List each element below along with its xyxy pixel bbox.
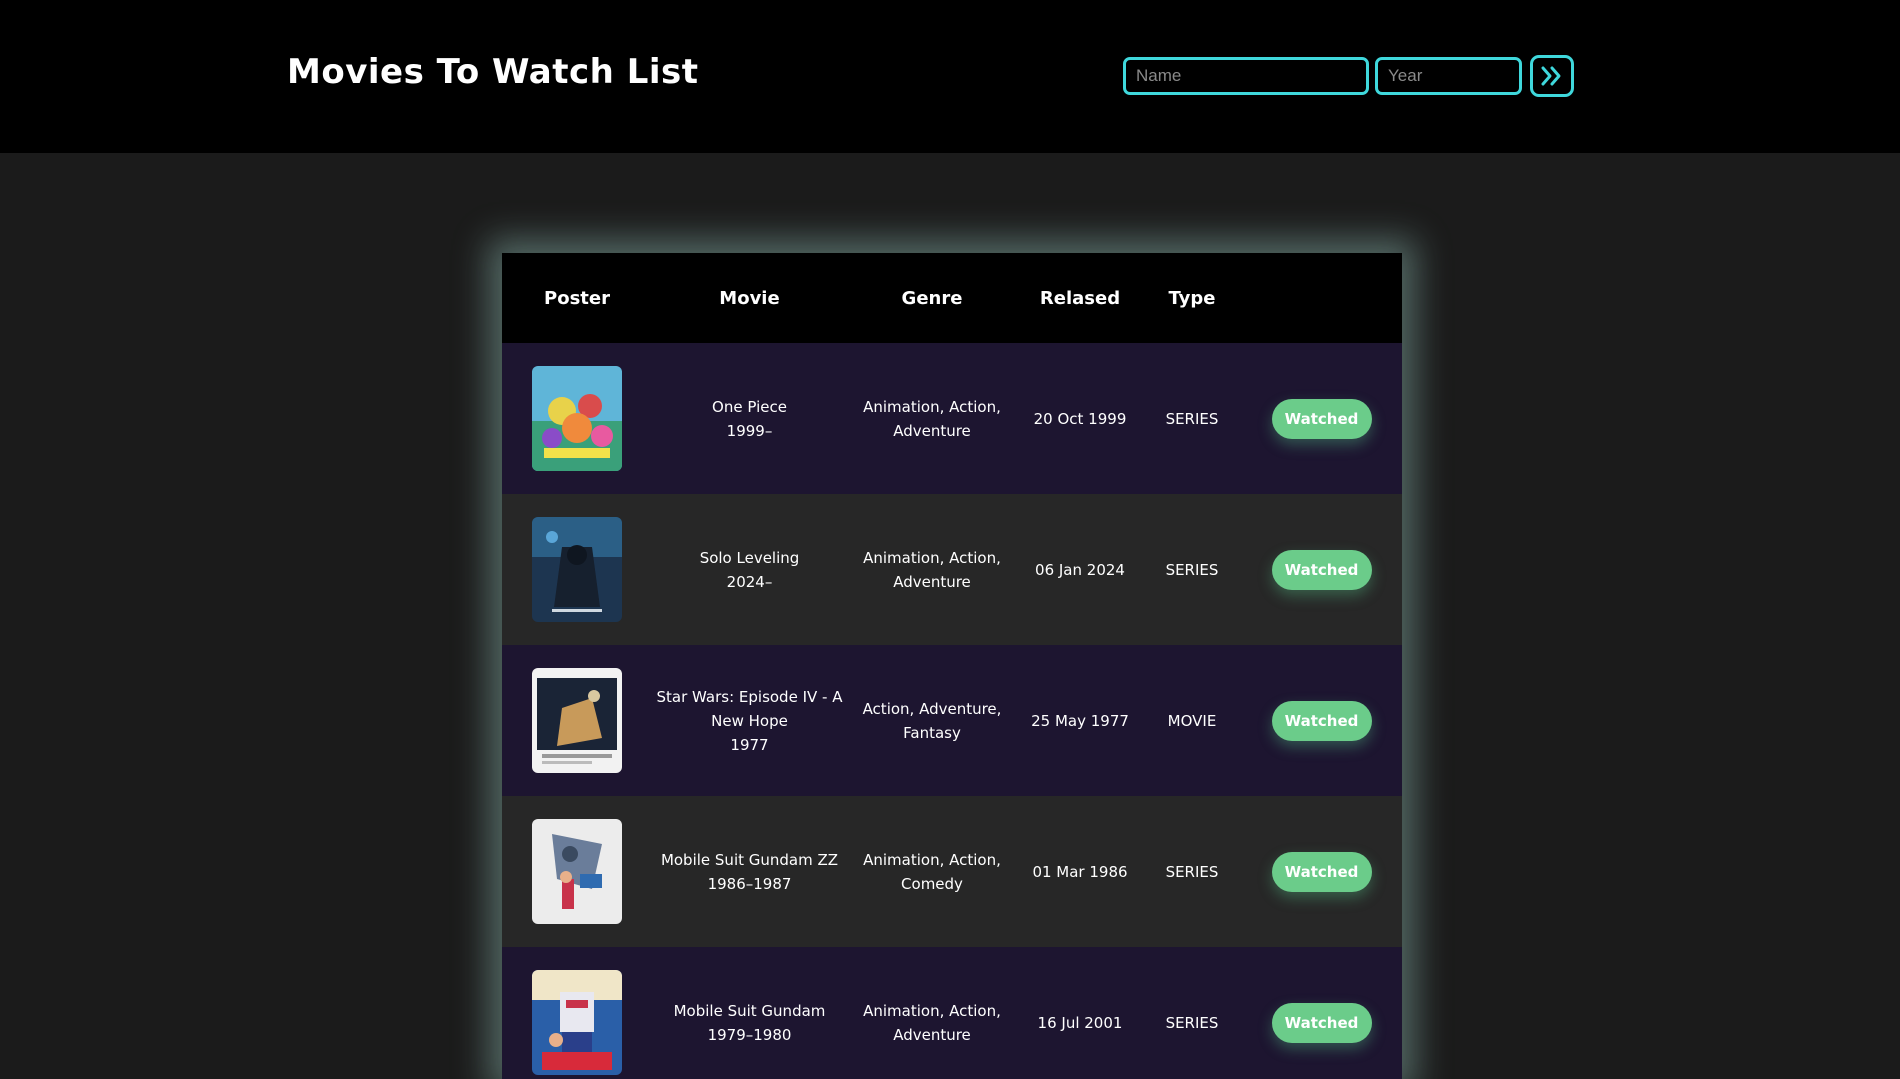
star-wars-poster — [532, 668, 622, 773]
column-header-movie: Movie — [719, 287, 780, 309]
table-row: Star Wars: Episode IV - A New Hope 1977 … — [502, 645, 1402, 796]
table-row: Mobile Suit Gundam ZZ 1986–1987 Animatio… — [502, 796, 1402, 947]
one-piece-poster — [532, 366, 622, 471]
movie-genre: Action, Adventure, — [862, 699, 1002, 718]
movie-genre-cont: Fantasy — [903, 723, 961, 742]
column-header-released: Relased — [1039, 287, 1121, 309]
movie-title: Mobile Suit Gundam — [673, 1001, 826, 1020]
watched-button[interactable]: Watched — [1271, 1002, 1372, 1043]
column-header-type: Type — [1168, 287, 1216, 309]
gundam-poster — [532, 970, 622, 1075]
movie-title: Mobile Suit Gundam ZZ — [660, 850, 839, 869]
movie-years: 1986–1987 — [707, 874, 792, 893]
table-header: Poster Movie Genre Relased Type — [502, 253, 1402, 343]
column-header-genre: Genre — [901, 287, 963, 309]
media-type: SERIES — [1165, 862, 1219, 881]
movie-years: 1977 — [730, 735, 769, 754]
header-bar: Movies To Watch List — [0, 0, 1900, 153]
media-type: SERIES — [1165, 560, 1219, 579]
movie-title: Star Wars: Episode IV - A — [656, 687, 843, 706]
movie-genre: Animation, Action, — [863, 397, 1001, 416]
movie-title-cont: New Hope — [711, 711, 788, 730]
movies-table: Poster Movie Genre Relased Type One Piec… — [502, 253, 1402, 1079]
media-type: SERIES — [1165, 1013, 1219, 1032]
year-input[interactable] — [1375, 57, 1522, 95]
media-type: MOVIE — [1167, 711, 1217, 730]
movie-genre-cont: Comedy — [901, 874, 963, 893]
name-input[interactable] — [1123, 57, 1369, 95]
movie-genre-cont: Adventure — [893, 572, 971, 591]
movie-years: 2024– — [726, 572, 773, 591]
movie-genre: Animation, Action, — [863, 850, 1001, 869]
table-row: Solo Leveling 2024– Animation, Action, A… — [502, 494, 1402, 645]
double-chevron-right-icon — [1541, 66, 1561, 86]
release-date: 16 Jul 2001 — [1037, 1013, 1123, 1032]
watched-button[interactable]: Watched — [1271, 851, 1372, 892]
release-date: 01 Mar 1986 — [1032, 862, 1128, 881]
submit-button[interactable] — [1530, 55, 1574, 97]
gundam-zz-poster — [532, 819, 622, 924]
column-header-action — [1241, 253, 1402, 343]
watched-button[interactable]: Watched — [1271, 549, 1372, 590]
movie-years: 1979–1980 — [707, 1025, 792, 1044]
movie-title: Solo Leveling — [699, 548, 800, 567]
movie-title: One Piece — [712, 397, 787, 416]
movie-genre-cont: Adventure — [893, 1025, 971, 1044]
watched-button[interactable]: Watched — [1271, 700, 1372, 741]
table-row: Mobile Suit Gundam 1979–1980 Animation, … — [502, 947, 1402, 1079]
release-date: 06 Jan 2024 — [1035, 560, 1125, 579]
media-type: SERIES — [1165, 409, 1219, 428]
solo-leveling-poster — [532, 517, 622, 622]
movie-genre: Animation, Action, — [863, 1001, 1001, 1020]
page-title: Movies To Watch List — [287, 52, 699, 92]
movie-years: 1999– — [726, 421, 773, 440]
movie-genre: Animation, Action, — [863, 548, 1001, 567]
table-row: One Piece 1999– Animation, Action, Adven… — [502, 343, 1402, 494]
movie-genre-cont: Adventure — [893, 421, 971, 440]
watched-button[interactable]: Watched — [1271, 398, 1372, 439]
column-header-poster: Poster — [544, 287, 610, 309]
release-date: 25 May 1977 — [1031, 711, 1129, 730]
release-date: 20 Oct 1999 — [1033, 409, 1127, 428]
